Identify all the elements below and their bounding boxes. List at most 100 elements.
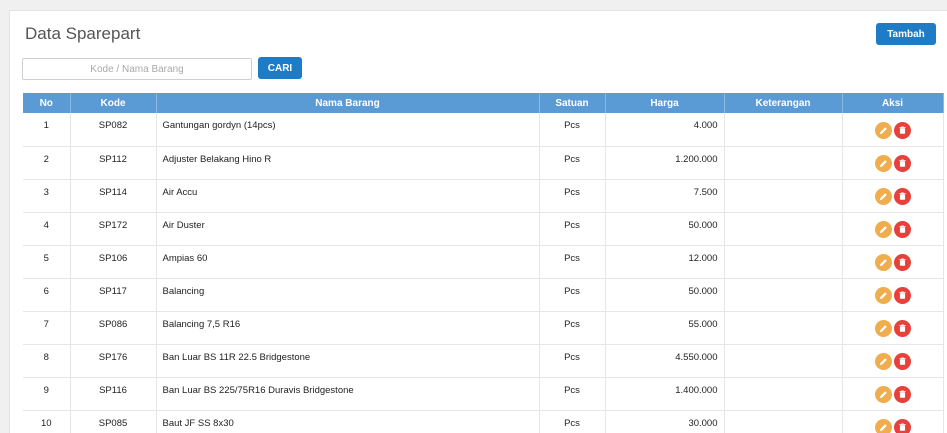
- pencil-icon: [878, 158, 889, 169]
- cell-no: 6: [23, 278, 71, 312]
- cell-no: 9: [23, 377, 71, 411]
- trash-icon: [897, 191, 908, 202]
- cell-nama-barang: Ban Luar BS 11R 22.5 Bridgestone: [156, 344, 540, 378]
- table-row: 6 SP117 Balancing Pcs 50.000: [23, 278, 944, 312]
- table-body: 1 SP082 Gantungan gordyn (14pcs) Pcs 4.000 2 S…: [23, 113, 944, 433]
- edit-button[interactable]: [874, 287, 892, 304]
- cell-no: 2: [23, 146, 71, 180]
- page-title: Data Sparepart: [25, 24, 141, 43]
- delete-button[interactable]: [893, 121, 911, 139]
- pencil-icon: [878, 422, 889, 433]
- cell-keterangan: [724, 377, 843, 411]
- delete-button[interactable]: [893, 386, 911, 403]
- table-row: 9 SP116 Ban Luar BS 225/75R16 Duravis Brid…: [23, 377, 944, 411]
- cell-harga: 4.000: [605, 113, 725, 147]
- pencil-icon: [878, 356, 889, 367]
- cell-satuan: Pcs: [539, 179, 606, 213]
- cell-kode: SP085: [70, 410, 157, 433]
- delete-button[interactable]: [893, 353, 911, 370]
- pencil-icon: [878, 323, 889, 334]
- cell-satuan: Pcs: [539, 146, 606, 180]
- cell-nama-barang: Air Accu: [156, 179, 540, 213]
- cell-aksi: [842, 212, 944, 246]
- trash-icon: [897, 422, 908, 433]
- delete-button[interactable]: [893, 419, 911, 433]
- trash-icon: [897, 257, 908, 268]
- add-button[interactable]: Tambah: [876, 23, 936, 45]
- cell-satuan: Pcs: [539, 278, 606, 312]
- trash-icon: [897, 323, 908, 334]
- pencil-icon: [878, 224, 889, 235]
- cell-nama-barang: Air Duster: [156, 212, 540, 246]
- cell-nama-barang: Ampias 60: [156, 245, 540, 279]
- cell-kode: SP112: [70, 146, 157, 180]
- cell-aksi: [842, 146, 944, 180]
- table-row: 3 SP114 Air Accu Pcs 7.500: [23, 179, 944, 213]
- cell-nama-barang: Baut JF SS 8x30: [156, 410, 540, 433]
- pencil-icon: [878, 125, 889, 136]
- delete-button[interactable]: [893, 155, 911, 172]
- cell-keterangan: [724, 410, 843, 433]
- edit-button[interactable]: [874, 155, 892, 172]
- cell-keterangan: [724, 245, 843, 279]
- delete-button[interactable]: [893, 320, 911, 337]
- cell-satuan: Pcs: [539, 245, 606, 279]
- trash-icon: [897, 389, 908, 400]
- cell-no: 10: [23, 410, 71, 433]
- cell-aksi: [842, 179, 944, 213]
- cell-aksi: [842, 344, 944, 378]
- cell-keterangan: [724, 212, 843, 246]
- cell-keterangan: [724, 278, 843, 312]
- column-header-aksi: Aksi: [842, 93, 944, 113]
- pencil-icon: [878, 389, 889, 400]
- trash-icon: [897, 290, 908, 301]
- edit-button[interactable]: [874, 353, 892, 370]
- table-row: 2 SP112 Adjuster Belakang Hino R Pcs 1.200.0…: [23, 146, 944, 180]
- cell-harga: 1.200.000: [605, 146, 725, 180]
- column-header-harga: Harga: [605, 93, 725, 113]
- cell-harga: 12.000: [605, 245, 725, 279]
- edit-button[interactable]: [874, 188, 892, 205]
- cell-satuan: Pcs: [539, 311, 606, 345]
- main-panel: Data Sparepart Tambah CARI No Kode Nama …: [9, 10, 947, 433]
- column-header-no: No: [23, 93, 71, 113]
- cell-no: 5: [23, 245, 71, 279]
- edit-button[interactable]: [874, 221, 892, 238]
- edit-button[interactable]: [874, 320, 892, 337]
- cell-kode: SP117: [70, 278, 157, 312]
- column-header-keterangan: Keterangan: [724, 93, 843, 113]
- delete-button[interactable]: [893, 287, 911, 304]
- trash-icon: [897, 356, 908, 367]
- cell-no: 4: [23, 212, 71, 246]
- table-header-row: No Kode Nama Barang Satuan Harga Keteran…: [23, 93, 944, 113]
- trash-icon: [897, 224, 908, 235]
- search-input[interactable]: [22, 58, 252, 80]
- edit-button[interactable]: [874, 121, 892, 139]
- cell-kode: SP114: [70, 179, 157, 213]
- cell-harga: 7.500: [605, 179, 725, 213]
- pencil-icon: [878, 290, 889, 301]
- cell-harga: 50.000: [605, 212, 725, 246]
- cell-kode: SP106: [70, 245, 157, 279]
- delete-button[interactable]: [893, 254, 911, 271]
- cell-nama-barang: Gantungan gordyn (14pcs): [156, 113, 540, 147]
- cell-keterangan: [724, 146, 843, 180]
- table-row: 5 SP106 Ampias 60 Pcs 12.000: [23, 245, 944, 279]
- trash-icon: [897, 125, 908, 136]
- table-row: 8 SP176 Ban Luar BS 11R 22.5 Bridgestone Pc…: [23, 344, 944, 378]
- cell-aksi: [842, 278, 944, 312]
- cell-kode: SP086: [70, 311, 157, 345]
- cell-aksi: [842, 410, 944, 433]
- cell-keterangan: [724, 179, 843, 213]
- edit-button[interactable]: [874, 419, 892, 433]
- search-button[interactable]: CARI: [258, 57, 302, 79]
- edit-button[interactable]: [874, 386, 892, 403]
- cell-kode: SP116: [70, 377, 157, 411]
- delete-button[interactable]: [893, 188, 911, 205]
- cell-satuan: Pcs: [539, 344, 606, 378]
- cell-aksi: [842, 245, 944, 279]
- cell-kode: SP172: [70, 212, 157, 246]
- delete-button[interactable]: [893, 221, 911, 238]
- cell-nama-barang: Balancing 7,5 R16: [156, 311, 540, 345]
- edit-button[interactable]: [874, 254, 892, 271]
